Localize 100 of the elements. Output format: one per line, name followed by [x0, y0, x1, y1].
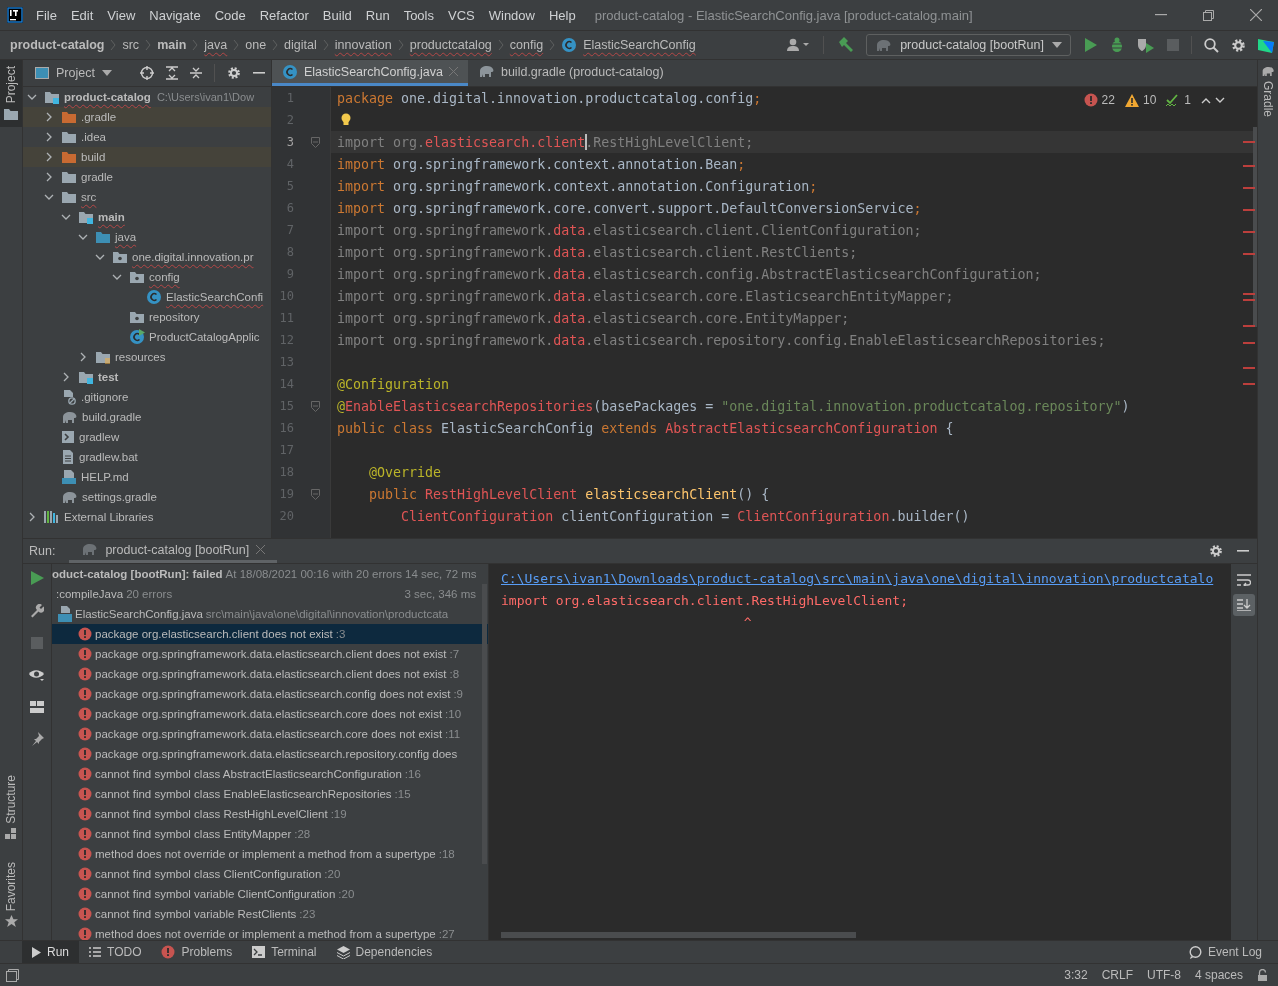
- error-item[interactable]: cannot find symbol variable ClientConfiguration :20: [52, 884, 488, 904]
- menu-item[interactable]: File: [29, 7, 64, 23]
- wrench-icon[interactable]: [30, 604, 44, 618]
- chevron-right-icon[interactable]: [44, 152, 54, 162]
- chevron-down-icon[interactable]: [112, 272, 122, 282]
- chevron-down-icon[interactable]: [61, 212, 71, 222]
- menu-item[interactable]: Window: [481, 7, 542, 23]
- tool-window-tab[interactable]: Run: [22, 941, 79, 963]
- expand-all-icon[interactable]: [166, 66, 178, 80]
- error-item[interactable]: cannot find symbol variable RestClients :23: [52, 904, 488, 924]
- tree-item[interactable]: java: [23, 227, 271, 247]
- tree-item[interactable]: ElasticSearchConfig.java src\main\java\one\digital\innovation\productcata: [52, 604, 488, 624]
- tree-item[interactable]: resources: [23, 347, 271, 367]
- tool-window-button[interactable]: Structure: [0, 768, 22, 846]
- tree-item[interactable]: gradlew: [23, 427, 271, 447]
- toolbox-logo-icon[interactable]: [1258, 37, 1274, 53]
- error-item[interactable]: package org.springframework.data.elasticsearch.core does not exist :11: [52, 724, 488, 744]
- menu-item[interactable]: Edit: [63, 7, 101, 23]
- tree-item[interactable]: main: [23, 207, 271, 227]
- tree-item[interactable]: src: [23, 187, 271, 207]
- menu-item[interactable]: Help: [541, 7, 583, 23]
- eye-icon[interactable]: [29, 668, 45, 682]
- hammer-icon[interactable]: [836, 36, 855, 54]
- tree-item[interactable]: .gradle: [23, 107, 271, 127]
- status-item[interactable]: 3:32: [1064, 968, 1088, 982]
- breadcrumb[interactable]: product-catalog: [10, 38, 105, 56]
- error-item[interactable]: cannot find symbol class AbstractElasticsearchConfiguration :16: [52, 764, 488, 784]
- breadcrumb[interactable]: ElasticSearchConfig: [583, 38, 696, 56]
- tree-item[interactable]: build.gradle: [23, 407, 271, 427]
- breadcrumb[interactable]: config: [509, 38, 544, 56]
- breadcrumb[interactable]: one: [245, 38, 267, 56]
- breadcrumb[interactable]: java: [204, 38, 228, 56]
- tree-item[interactable]: External Libraries: [23, 507, 271, 527]
- tree-item[interactable]: repository: [23, 307, 271, 327]
- error-item[interactable]: package org.springframework.data.elasticsearch.client does not exist :8: [52, 664, 488, 684]
- chevron-right-icon[interactable]: [44, 172, 54, 182]
- error-item[interactable]: package org.springframework.data.elasticsearch.client does not exist :7: [52, 644, 488, 664]
- tool-window-button[interactable]: Favorites: [0, 855, 22, 934]
- breadcrumb[interactable]: src: [122, 38, 140, 56]
- project-view-dropdown[interactable]: Project: [35, 66, 112, 80]
- tree-item[interactable]: oduct-catalog [bootRun]: failed At 18/08/2021 00:16 with 20 errors 14 sec, 72 ms: [52, 564, 488, 584]
- run-configuration-dropdown[interactable]: product-catalog [bootRun]: [866, 34, 1071, 56]
- collapse-all-icon[interactable]: [190, 66, 202, 80]
- event-log-tab[interactable]: Event Log: [1178, 941, 1278, 963]
- error-item[interactable]: method does not override or implement a method from a supertype :27: [52, 924, 488, 940]
- error-item[interactable]: package org.elasticsearch.client does not exist :3: [52, 624, 488, 644]
- status-item[interactable]: UTF-8: [1146, 968, 1181, 982]
- menu-item[interactable]: Build: [315, 7, 359, 23]
- tool-window-tab[interactable]: TODO: [79, 941, 152, 963]
- code-editor[interactable]: [272, 87, 1257, 538]
- tree-item[interactable]: settings.gradle: [23, 487, 271, 507]
- tree-item[interactable]: HELP.md: [23, 467, 271, 487]
- menu-item[interactable]: Code: [207, 7, 253, 23]
- chevron-right-icon[interactable]: [78, 352, 88, 362]
- chevron-down-icon[interactable]: [1215, 96, 1225, 104]
- chevron-right-icon[interactable]: [44, 112, 54, 122]
- run-icon[interactable]: [1083, 38, 1097, 52]
- tool-window-tab[interactable]: Dependencies: [326, 941, 443, 963]
- layout-icon[interactable]: [30, 701, 44, 713]
- tool-window-button[interactable]: Project: [0, 60, 22, 128]
- editor-tab[interactable]: build.gradle (product-catalog): [467, 60, 674, 86]
- error-item[interactable]: cannot find symbol class EnableElasticsearchRepositories :15: [52, 784, 488, 804]
- tree-item[interactable]: .gitignore: [23, 387, 271, 407]
- coverage-icon[interactable]: [1137, 37, 1155, 53]
- run-tab[interactable]: product-catalog [bootRun]: [69, 539, 278, 563]
- breadcrumb[interactable]: productcatalog: [409, 38, 492, 56]
- locate-icon[interactable]: [140, 66, 154, 80]
- scroll-to-end-button[interactable]: [1233, 594, 1255, 616]
- search-icon[interactable]: [1204, 37, 1219, 53]
- error-item[interactable]: package org.springframework.data.elasticsearch.repository.config does: [52, 744, 488, 764]
- menu-item[interactable]: View: [100, 7, 143, 23]
- tree-item[interactable]: one.digital.innovation.pr: [23, 247, 271, 267]
- minimize-icon[interactable]: [1155, 14, 1167, 16]
- error-item[interactable]: cannot find symbol class ClientConfiguration :20: [52, 864, 488, 884]
- lightbulb-icon[interactable]: [340, 113, 352, 127]
- tree-item[interactable]: config: [23, 267, 271, 287]
- chevron-right-icon[interactable]: [27, 512, 37, 522]
- error-item[interactable]: package org.springframework.data.elasticsearch.core does not exist :10: [52, 704, 488, 724]
- user-icon[interactable]: [787, 38, 812, 52]
- tool-window-tab[interactable]: Problems: [151, 941, 243, 963]
- bug-icon[interactable]: [1109, 37, 1125, 53]
- error-item[interactable]: method does not override or implement a method from a supertype :18: [52, 844, 488, 864]
- tree-item[interactable]: .idea: [23, 127, 271, 147]
- chevron-right-icon[interactable]: [44, 132, 54, 142]
- menu-item[interactable]: Tools: [396, 7, 441, 23]
- tree-item[interactable]: ProductCatalogApplic: [23, 327, 271, 347]
- tree-item[interactable]: build: [23, 147, 271, 167]
- breadcrumb[interactable]: innovation: [334, 38, 392, 56]
- soft-wrap-icon[interactable]: [1237, 574, 1251, 586]
- error-item[interactable]: cannot find symbol class EntityMapper :28: [52, 824, 488, 844]
- menu-item[interactable]: Navigate: [142, 7, 208, 23]
- file-link[interactable]: C:\Users\ivan1\Downloads\product-catalog\src\main\java\one\digital\innovation\productcatalo: [501, 568, 1219, 590]
- menu-item[interactable]: Run: [358, 7, 397, 23]
- pin-icon[interactable]: [30, 732, 44, 746]
- status-item[interactable]: CRLF: [1101, 968, 1133, 982]
- layout-toggle-icon[interactable]: [6, 968, 19, 982]
- tree-item[interactable]: ElasticSearchConfi: [23, 287, 271, 307]
- breadcrumb[interactable]: main: [157, 38, 187, 56]
- run-icon[interactable]: [30, 571, 44, 585]
- tool-window-button[interactable]: Gradle: [1258, 60, 1278, 124]
